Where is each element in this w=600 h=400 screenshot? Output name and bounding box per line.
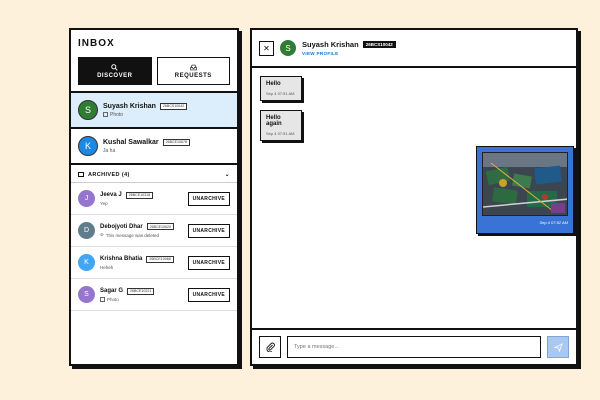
- chat-preview: Heheh: [100, 264, 114, 270]
- avatar: K: [78, 254, 95, 271]
- roll-badge: 26BCE10221: [127, 287, 155, 295]
- inbox-tray-icon: [190, 64, 197, 70]
- chat-name: Krishna Bhatia: [100, 256, 143, 262]
- archive-box-icon: [78, 172, 84, 177]
- chat-name: Suyash Krishan: [103, 102, 156, 110]
- message-text: Hello again: [266, 115, 282, 127]
- inbox-panel: INBOX DISCOVER REQUESTS S Suyash Krishan…: [69, 28, 239, 366]
- chat-preview: Yep: [100, 200, 108, 206]
- inbox-title: INBOX: [78, 38, 115, 49]
- message-bubble: Hello again Sep 4 07:51 AM: [260, 110, 302, 141]
- requests-label: REQUESTS: [174, 72, 212, 79]
- roll-badge: 26BCE10068: [146, 255, 174, 263]
- unarchive-button[interactable]: UNARCHIVE: [187, 223, 230, 238]
- requests-button[interactable]: REQUESTS: [156, 57, 230, 85]
- message-text: Hello: [266, 81, 281, 87]
- chat-preview: Photo: [107, 296, 119, 302]
- avatar[interactable]: S: [280, 40, 296, 56]
- message-bubble: Hello Sep 4 07:51 AM: [260, 76, 302, 101]
- photo-image: [483, 153, 567, 215]
- message-time: Sep 4 07:52 AM: [539, 220, 568, 225]
- roll-badge: 26BCE10620: [146, 223, 175, 230]
- roll-badge: 26BCE10318: [125, 191, 154, 199]
- chevron-down-icon: ⌄: [224, 172, 230, 178]
- send-icon: [553, 342, 563, 352]
- send-button[interactable]: [547, 336, 569, 358]
- discover-label: DISCOVER: [97, 72, 133, 79]
- conversation-header: ✕ S Suyash Krishan 26BCS10042 VIEW PROFI…: [252, 30, 576, 68]
- photo-icon: [100, 296, 105, 302]
- unarchive-button[interactable]: UNARCHIVE: [187, 255, 230, 270]
- chat-name: Sagar G: [100, 288, 124, 294]
- paperclip-icon: [265, 342, 275, 352]
- roll-badge: 26BCE10678: [162, 138, 191, 146]
- chat-name: Debojyoti Dhar: [100, 223, 143, 230]
- chat-preview: Ja ha: [103, 147, 116, 154]
- roll-badge: 26BCS10042: [159, 102, 188, 110]
- chat-name: Jeeva J: [100, 192, 122, 198]
- message-composer: [252, 328, 576, 364]
- photo-icon: [103, 112, 108, 117]
- message-input[interactable]: [287, 336, 541, 358]
- avatar: J: [78, 190, 95, 207]
- chat-preview: This message was deleted: [105, 232, 160, 238]
- avatar: D: [78, 222, 95, 239]
- roll-badge: 26BCS10042: [362, 41, 396, 48]
- search-icon: [111, 63, 118, 71]
- close-icon: ✕: [263, 43, 270, 53]
- unarchive-button[interactable]: UNARCHIVE: [187, 191, 230, 206]
- message-list: Hello Sep 4 07:51 AM Hello again Sep 4 0…: [252, 68, 576, 330]
- message-time: Sep 4 07:51 AM: [266, 91, 295, 96]
- chat-preview: Photo: [110, 111, 124, 118]
- archived-item-debojyoti[interactable]: D Debojyoti Dhar 26BCE10620 ⊘ This message…: [71, 215, 237, 247]
- chat-item-kushal[interactable]: K Kushal Sawalkar 26BCE10678 Ja ha: [71, 129, 237, 165]
- message-time: Sep 4 07:51 AM: [266, 131, 295, 136]
- archived-label: ARCHIVED (4): [88, 171, 130, 178]
- blocked-icon: ⊘: [100, 232, 104, 237]
- conversation-panel: ✕ S Suyash Krishan 26BCS10042 VIEW PROFI…: [250, 28, 578, 366]
- image-message[interactable]: Sep 4 07:52 AM: [476, 146, 574, 234]
- avatar: S: [78, 286, 95, 303]
- archived-item-jeeva[interactable]: J Jeeva J 26BCE10318 Yep UNARCHIVE: [71, 183, 237, 215]
- chat-item-suyash[interactable]: S Suyash Krishan 26BCS10042 Photo: [71, 93, 237, 129]
- chat-name: Kushal Sawalkar: [103, 138, 159, 146]
- photo-attachment[interactable]: [482, 152, 568, 216]
- archived-item-krishna[interactable]: K Krishna Bhatia 26BCE10068 Heheh UNARCHI…: [71, 247, 237, 279]
- avatar: S: [78, 100, 98, 120]
- view-profile-link[interactable]: VIEW PROFILE: [302, 51, 396, 56]
- contact-name: Suyash Krishan: [302, 40, 359, 49]
- attach-button[interactable]: [259, 336, 281, 358]
- unarchive-button[interactable]: UNARCHIVE: [187, 287, 230, 302]
- discover-button[interactable]: DISCOVER: [78, 57, 152, 85]
- archived-item-sagar[interactable]: S Sagar G 26BCE10221 Photo UNARCHIVE: [71, 279, 237, 311]
- avatar: K: [78, 136, 98, 156]
- inbox-header: INBOX DISCOVER REQUESTS: [71, 30, 237, 93]
- archived-toggle[interactable]: ARCHIVED (4) ⌄: [71, 167, 237, 183]
- close-button[interactable]: ✕: [259, 40, 274, 56]
